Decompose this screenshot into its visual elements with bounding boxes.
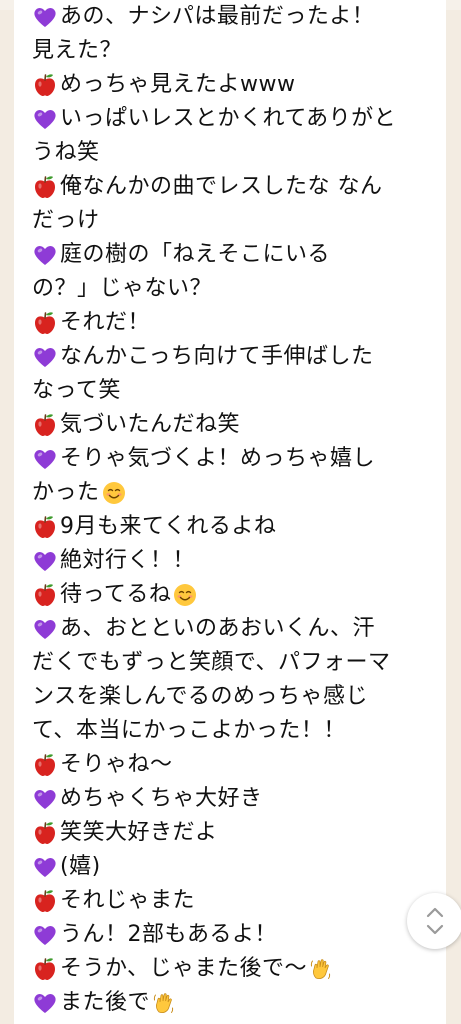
purple-heart-icon [32, 854, 58, 880]
purple-heart-icon [32, 344, 58, 370]
purple-heart-icon [32, 922, 58, 948]
chat-line-text: うん！2部もあるよ！ [60, 922, 277, 947]
chat-line-text: 絶対行く！！ [60, 548, 196, 573]
chat-line: 笑笑大好きだよ [32, 816, 432, 850]
scroll-button[interactable] [407, 893, 461, 949]
chat-line-text: 待ってるね [60, 582, 172, 607]
chat-line: 絶対行く！！ [32, 544, 432, 578]
chat-line: そりゃね～ [32, 748, 432, 782]
chat-line-text: の？」じゃない？ [32, 276, 213, 301]
chat-line-text: ンスを楽しんでるのめっちゃ感じ [32, 684, 368, 709]
chat-line-text: 俺なんかの曲でレスしたな なん [60, 174, 383, 199]
chat-line: いっぱいレスとかくれてありがと [32, 102, 432, 136]
chat-line: うん！2部もあるよ！ [32, 918, 432, 952]
chat-line-text: 見えた？ [32, 38, 123, 63]
chat-line: 見えた？ [32, 34, 432, 68]
chat-line: また後で [32, 986, 432, 1020]
red-apple-icon [32, 174, 58, 200]
chat-line-text: 庭の樹の「ねえそこにいる [60, 242, 331, 267]
chat-line: ンスを楽しんでるのめっちゃ感じ [32, 680, 432, 714]
purple-heart-icon [32, 990, 58, 1016]
chat-line-text: あ、おとといのあおいくん、汗 [60, 616, 376, 641]
chat-line-text: (嬉) [60, 854, 101, 879]
chat-line: めっちゃ見えたよwww [32, 68, 432, 102]
chat-line: 9月も来てくれるよね [32, 510, 432, 544]
chat-line: て、本当にかっこよかった！！ [32, 714, 432, 748]
chat-line-text: いっぱいレスとかくれてありがと [60, 106, 397, 131]
red-apple-icon [32, 820, 58, 846]
smiling-face-icon [173, 583, 197, 607]
purple-heart-icon [32, 446, 58, 472]
chat-line: あ、おとといのあおいくん、汗 [32, 612, 432, 646]
chat-line: の？」じゃない？ [32, 272, 432, 306]
purple-heart-icon [32, 242, 58, 268]
red-apple-icon [32, 956, 58, 982]
chat-line: 気づいたんだね笑 [32, 408, 432, 442]
chat-line-text: なんかこっち向けて手伸ばした [60, 344, 374, 369]
red-apple-icon [32, 582, 58, 608]
waving-hand-icon [152, 991, 176, 1015]
purple-heart-icon [32, 548, 58, 574]
chat-line-text: 9月も来てくれるよね [60, 514, 277, 539]
smiling-face-icon [102, 481, 126, 505]
red-apple-icon [32, 412, 58, 438]
chat-line: めちゃくちゃ大好き [32, 782, 432, 816]
chat-page: あの、ナシパは最前だったよ！ 見えた？ めっちゃ見えたよwww いっぱいレスとかくれて… [14, 0, 446, 1024]
chat-line: 庭の樹の「ねえそこにいる [32, 238, 432, 272]
chat-line: (嬉) [32, 850, 432, 884]
chat-line-text: うね笑 [32, 140, 100, 165]
purple-heart-icon [32, 106, 58, 132]
chat-line: あの、ナシパは最前だったよ！ [32, 0, 432, 34]
chat-line-text: そりゃ気づくよ！めっちゃ嬉し [60, 446, 376, 471]
chat-line: そりゃ気づくよ！めっちゃ嬉し [32, 442, 432, 476]
chat-line: かった [32, 476, 432, 510]
waving-hand-icon [309, 957, 333, 981]
chat-line-text: めっちゃ見えたよwww [60, 72, 296, 97]
chat-line: だっけ [32, 204, 432, 238]
chat-line-text: かった [32, 480, 100, 505]
chat-line: そうか、じゃまた後で～ [32, 952, 432, 986]
red-apple-icon [32, 514, 58, 540]
chat-line-text: だくでもずっと笑顔で、パフォーマ [32, 650, 391, 675]
chat-line: なって笑 [32, 374, 432, 408]
chat-line-text: あの、ナシパは最前だったよ！ [60, 4, 375, 29]
chat-line-text: それだ！ [60, 310, 151, 335]
chat-line-text: それじゃまた [60, 888, 196, 913]
chat-line-text: 気づいたんだね笑 [60, 412, 241, 437]
chat-line-text: めちゃくちゃ大好き [60, 786, 263, 811]
chat-line-text: そりゃね～ [60, 752, 173, 777]
red-apple-icon [32, 888, 58, 914]
purple-heart-icon [32, 4, 58, 30]
chat-line-text: なって笑 [32, 378, 121, 403]
chat-line: それだ！ [32, 306, 432, 340]
chat-line-text: だっけ [32, 208, 100, 233]
chat-line: だくでもずっと笑顔で、パフォーマ [32, 646, 432, 680]
chat-line-text: そうか、じゃまた後で～ [60, 956, 308, 981]
red-apple-icon [32, 310, 58, 336]
chat-line-text: 笑笑大好きだよ [60, 820, 218, 845]
red-apple-icon [32, 72, 58, 98]
purple-heart-icon [32, 616, 58, 642]
purple-heart-icon [32, 786, 58, 812]
chat-line: 俺なんかの曲でレスしたな なん [32, 170, 432, 204]
scroll-up-down-icon [426, 907, 444, 935]
chat-line-text: て、本当にかっこよかった！！ [32, 718, 346, 743]
chat-line: それじゃまた [32, 884, 432, 918]
chat-line: 待ってるね [32, 578, 432, 612]
chat-transcript: あの、ナシパは最前だったよ！ 見えた？ めっちゃ見えたよwww いっぱいレスとかくれて… [32, 0, 432, 1020]
red-apple-icon [32, 752, 58, 778]
chat-line-text: また後で [60, 990, 151, 1015]
chat-line: うね笑 [32, 136, 432, 170]
chat-line: なんかこっち向けて手伸ばした [32, 340, 432, 374]
